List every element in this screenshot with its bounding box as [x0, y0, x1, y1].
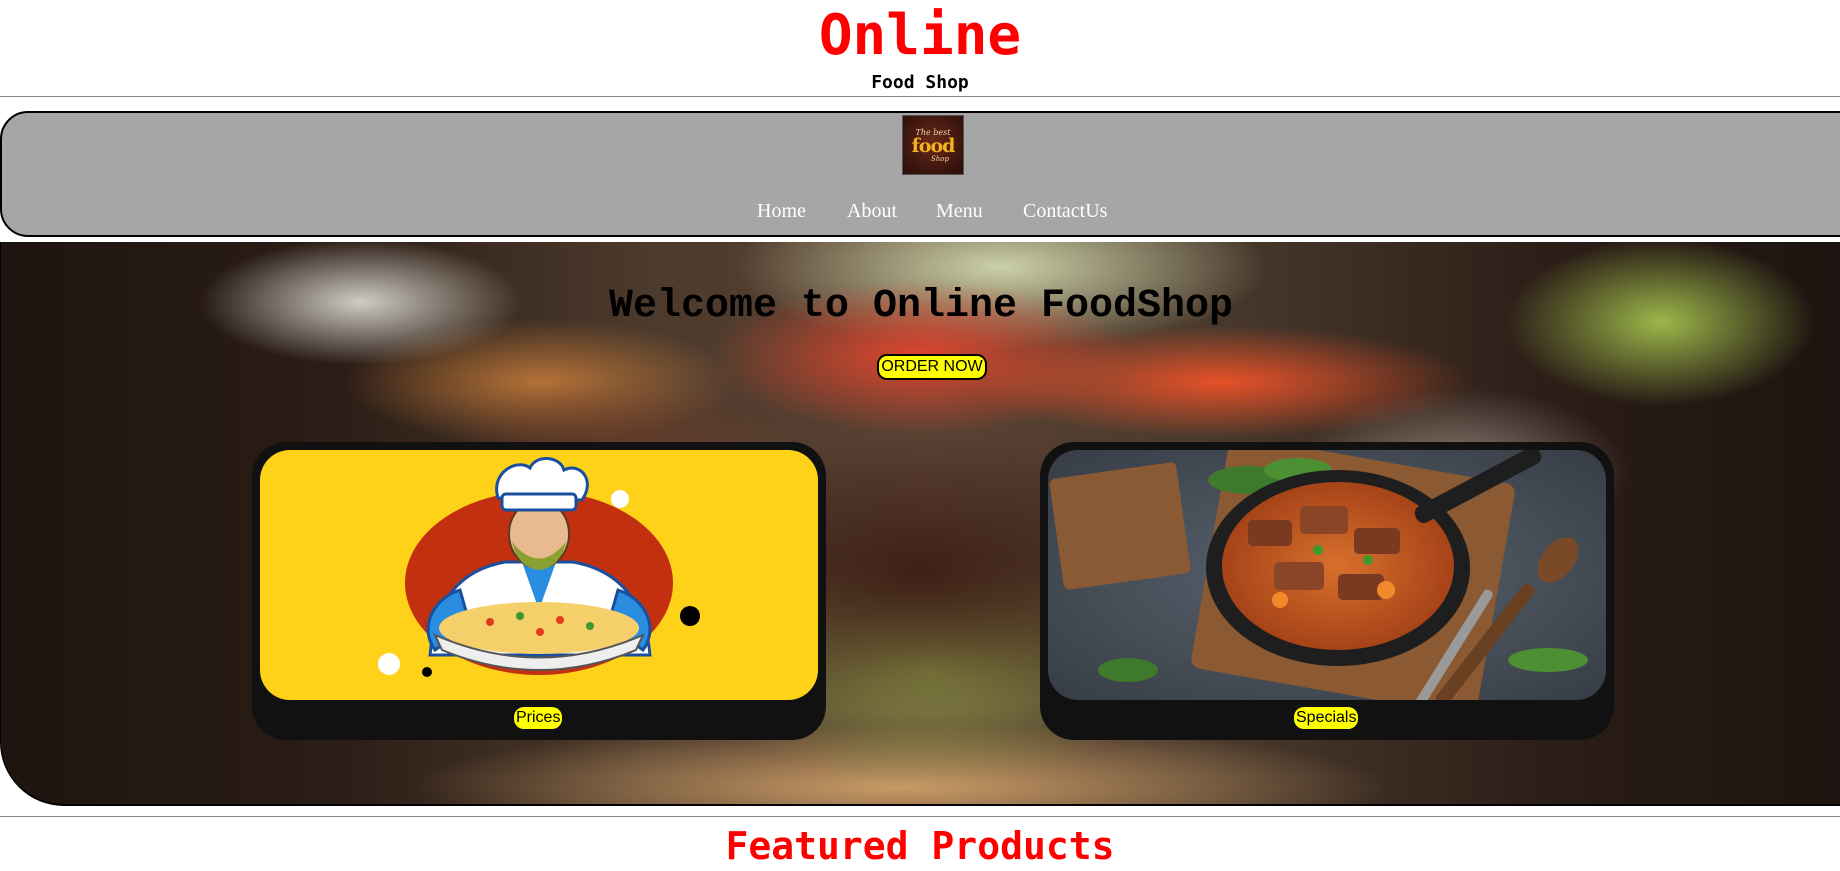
nav-contactus-link[interactable]: ContactUs [1023, 197, 1107, 225]
specials-label[interactable]: Specials [1294, 707, 1359, 729]
navbar: The best food Shop Home About Menu Conta… [0, 111, 1840, 237]
specials-card[interactable]: Specials [1040, 442, 1614, 740]
site-header: Online Food Shop [0, 0, 1840, 96]
stew-dish-photo-icon [1048, 450, 1606, 700]
order-now-button[interactable]: ORDER NOW [877, 354, 987, 380]
hero-title: Welcome to Online FoodShop [608, 284, 1234, 329]
logo-suffix: Shop [931, 155, 949, 163]
featured-divider [0, 816, 1840, 817]
site-title: Online [818, 3, 1022, 68]
logo[interactable]: The best food Shop [902, 115, 964, 175]
prices-label[interactable]: Prices [514, 707, 563, 729]
nav-menu-link[interactable]: Menu [936, 197, 983, 225]
chef-illustration-icon [260, 450, 818, 700]
featured-products-title: Featured Products [725, 824, 1115, 868]
header-divider [0, 96, 1840, 97]
prices-card[interactable]: Prices [252, 442, 826, 740]
nav-home-link[interactable]: Home [757, 197, 806, 225]
site-subtitle: Food Shop [871, 72, 969, 93]
nav-about-link[interactable]: About [847, 197, 897, 225]
hero-banner: Welcome to Online FoodShop ORDER NOW Pri… [0, 242, 1840, 806]
logo-wordmark: food [911, 135, 956, 157]
nav-links: Home About Menu ContactUs [2, 197, 1840, 225]
